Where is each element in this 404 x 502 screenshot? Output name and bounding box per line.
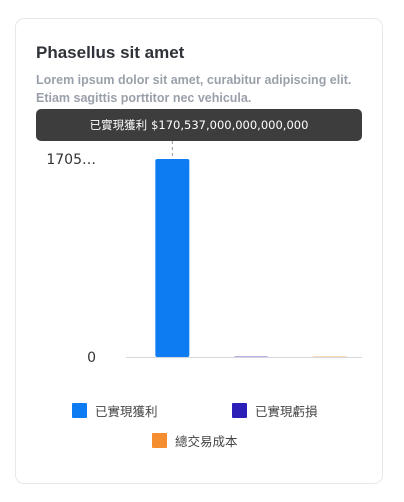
legend-label: 已實現虧損 — [255, 404, 318, 419]
bar — [234, 356, 268, 357]
y-tick-label: 0 — [87, 350, 96, 366]
legend-label: 已實現獲利 — [95, 404, 158, 419]
legend-swatch-total-cost — [152, 433, 167, 448]
legend-item-realized-loss[interactable]: 已實現虧損 — [232, 401, 318, 420]
legend-swatch-realized-profit — [72, 403, 87, 418]
legend-item-total-cost[interactable]: 總交易成本 — [152, 431, 238, 450]
legend-item-realized-profit[interactable]: 已實現獲利 — [72, 401, 158, 420]
legend-swatch-realized-loss — [232, 403, 247, 418]
bar-chart: 0 1705… — [46, 141, 362, 366]
bar — [155, 159, 190, 357]
y-tick-label: 1705… — [46, 152, 96, 168]
bar — [312, 356, 347, 357]
chart-card: Phasellus sit amet Lorem ipsum dolor sit… — [15, 18, 383, 484]
legend-label: 總交易成本 — [175, 434, 238, 449]
